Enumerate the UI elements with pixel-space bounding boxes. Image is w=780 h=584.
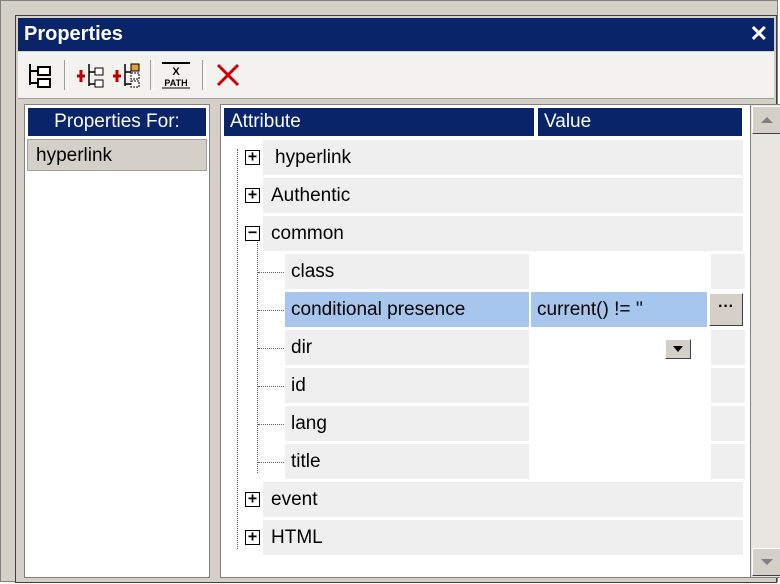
attribute-value[interactable] [531, 368, 707, 403]
row-spacer [711, 406, 745, 441]
row-spacer [711, 254, 745, 289]
properties-panel: Properties ✕ X PATH Properties For: hype… [15, 15, 780, 583]
table-row[interactable]: HTML + [221, 519, 743, 555]
xpath-icon[interactable]: X PATH [160, 59, 192, 91]
toolbar: X PATH [18, 52, 774, 99]
expand-icon[interactable]: + [245, 187, 260, 203]
toolbar-separator [64, 60, 68, 90]
table-row[interactable]: Authentic + [221, 177, 743, 213]
properties-for-item[interactable]: hyperlink [27, 139, 207, 171]
properties-for-header: Properties For: [27, 107, 207, 137]
delete-icon[interactable] [212, 59, 244, 91]
attribute-name: event [263, 482, 743, 517]
svg-text:X: X [172, 66, 180, 78]
table-row[interactable]: id [221, 367, 745, 403]
edit-ellipsis-button[interactable]: ··· [709, 293, 743, 326]
attribute-name: title [285, 444, 529, 479]
attribute-name: hyperlink [263, 140, 743, 175]
attribute-name: id [285, 368, 529, 403]
vertical-scrollbar[interactable] [750, 104, 780, 578]
table-row[interactable]: title [221, 443, 745, 479]
window-title: Properties [24, 23, 123, 45]
collapse-icon[interactable]: − [245, 225, 260, 241]
attribute-value[interactable] [531, 444, 707, 479]
tree-view-icon[interactable] [24, 59, 56, 91]
attribute-value[interactable] [531, 254, 707, 289]
attribute-name: HTML [263, 520, 743, 555]
expand-icon[interactable]: + [245, 529, 260, 545]
expand-icon[interactable]: + [245, 149, 260, 165]
properties-for-pane: Properties For: hyperlink [24, 104, 210, 578]
attribute-name: class [285, 254, 529, 289]
table-row[interactable]: lang [221, 405, 745, 441]
scroll-down-icon[interactable] [752, 548, 780, 576]
tree-line [258, 462, 284, 463]
row-spacer [711, 444, 745, 479]
attribute-name: Authentic [263, 178, 743, 213]
attribute-value[interactable]: current() != '' [531, 292, 707, 327]
tree-line [258, 386, 284, 387]
close-icon[interactable]: ✕ [750, 21, 768, 47]
expand-icon[interactable]: + [245, 491, 260, 507]
attribute-name: conditional presence [285, 292, 529, 327]
attribute-name: common [263, 216, 743, 251]
attribute-name: lang [285, 406, 529, 441]
table-row[interactable]: common − [221, 215, 743, 251]
attribute-value[interactable] [531, 406, 707, 441]
table-row[interactable]: class [221, 253, 745, 289]
tree-line [258, 310, 284, 311]
title-bar[interactable]: Properties ✕ [18, 18, 774, 51]
table-row[interactable]: dir [221, 329, 745, 365]
scroll-up-icon[interactable] [752, 106, 780, 134]
svg-text:PATH: PATH [164, 78, 187, 88]
table-row-selected[interactable]: conditional presence current() != '' ··· [221, 291, 743, 327]
tree-line [258, 348, 284, 349]
add-after-icon[interactable] [110, 59, 142, 91]
table-row[interactable]: event + [221, 481, 743, 517]
attribute-name: dir [285, 330, 529, 365]
tree-line [258, 272, 284, 273]
column-header-value[interactable]: Value [537, 107, 743, 137]
toolbar-separator [150, 60, 154, 90]
table-row[interactable]: hyperlink + [221, 139, 743, 175]
add-before-icon[interactable] [74, 59, 106, 91]
tree-line [258, 424, 284, 425]
dropdown-arrow-icon[interactable] [665, 339, 691, 359]
row-spacer [711, 368, 745, 403]
properties-window: Properties ✕ X PATH Properties For: hype… [0, 0, 780, 583]
row-spacer [711, 330, 745, 365]
toolbar-separator [202, 60, 206, 90]
attribute-grid: Attribute Value hyperlink + Authentic + … [220, 104, 770, 578]
column-header-attribute[interactable]: Attribute [223, 107, 535, 137]
